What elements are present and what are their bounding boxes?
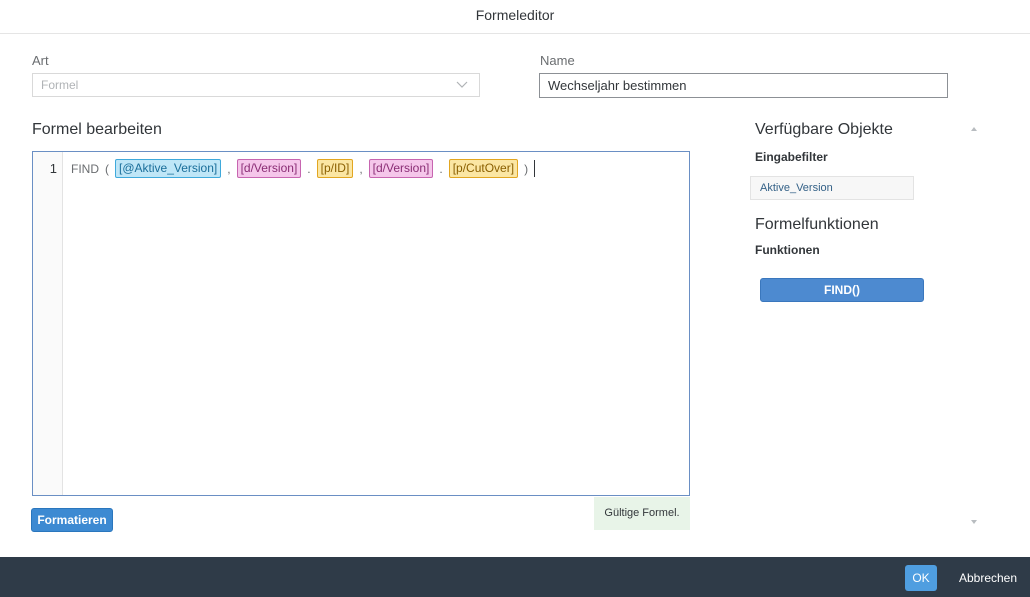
formula-functions-title: Formelfunktionen — [755, 216, 879, 233]
paren-close: ) — [524, 161, 529, 176]
formula-line[interactable]: FIND ( [@Aktive_Version] , [d/Version] .… — [68, 159, 536, 178]
name-input[interactable] — [539, 73, 948, 98]
input-filter-label: Eingabefilter — [755, 150, 828, 164]
name-label: Name — [540, 53, 575, 68]
token-p-id[interactable]: [p/ID] — [316, 159, 354, 178]
art-select-value: Formel — [41, 78, 79, 92]
art-select[interactable]: Formel — [32, 73, 480, 97]
paren-open: ( — [105, 161, 109, 176]
validation-status: Gültige Formel. — [594, 497, 690, 530]
token-aktive-version[interactable]: [@Aktive_Version] — [115, 159, 222, 178]
scroll-down-icon[interactable] — [969, 518, 979, 526]
available-objects-title: Verfügbare Objekte — [755, 121, 893, 138]
find-function-button[interactable]: FIND() — [760, 278, 924, 302]
cancel-button[interactable]: Abbrechen — [948, 565, 1028, 591]
text-cursor — [534, 160, 536, 177]
function-token: FIND — [71, 161, 99, 176]
dialog-footer — [0, 557, 1030, 597]
art-label: Art — [32, 53, 49, 68]
line-gutter: 1 — [33, 152, 63, 495]
line-number: 1 — [49, 161, 57, 176]
comma-separator: , — [227, 161, 231, 176]
dot-separator: . — [307, 161, 311, 176]
ok-button[interactable]: OK — [905, 565, 937, 591]
token-d-version[interactable]: [d/Version] — [368, 159, 434, 178]
editor-title: Formel bearbeiten — [32, 121, 162, 138]
format-button[interactable]: Formatieren — [31, 508, 113, 532]
scroll-up-icon[interactable] — [969, 125, 979, 133]
functions-label: Funktionen — [755, 243, 820, 257]
token-p-cutover[interactable]: [p/CutOver] — [448, 159, 519, 178]
comma-separator: , — [359, 161, 363, 176]
dialog-title: Formeleditor — [0, 0, 1030, 34]
input-filter-item[interactable]: Aktive_Version — [750, 176, 914, 200]
formula-editor[interactable]: 1 FIND ( [@Aktive_Version] , [d/Version]… — [32, 151, 690, 496]
token-d-version[interactable]: [d/Version] — [236, 159, 302, 178]
chevron-down-icon — [456, 81, 468, 88]
dot-separator: . — [439, 161, 443, 176]
